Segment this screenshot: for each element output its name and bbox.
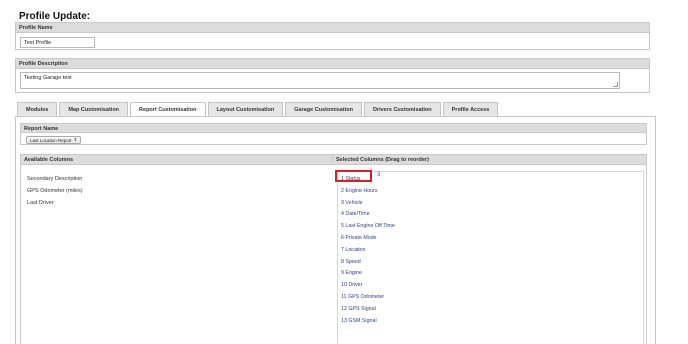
tab-drivers-customisation[interactable]: Drivers Customisation bbox=[363, 102, 441, 116]
tab-garage-customisation[interactable]: Garage Customisation bbox=[285, 102, 362, 116]
available-columns-header: Available Columns bbox=[21, 155, 333, 164]
report-name-value: Last Location Report bbox=[30, 137, 72, 143]
available-columns-list: Secondary Description GPS Odometer (mile… bbox=[27, 176, 83, 212]
profile-description-header: Profile Description bbox=[16, 59, 649, 69]
selected-column-item[interactable]: 11 GPS Odometer bbox=[341, 294, 395, 306]
annotation-number: 3 bbox=[377, 172, 381, 178]
selected-column-item[interactable]: 8 Speed bbox=[341, 259, 395, 271]
annotation-highlight-box bbox=[335, 170, 372, 182]
profile-description-text: Testing Garage test bbox=[24, 75, 72, 81]
profile-description-textarea[interactable]: Testing Garage test bbox=[20, 72, 620, 89]
tab-profile-access[interactable]: Profile Access bbox=[442, 102, 499, 116]
tab-report-customisation[interactable]: Report Customisation bbox=[130, 102, 206, 117]
selected-columns-header: Selected Columns (Drag to reorder) bbox=[336, 157, 429, 163]
selected-column-item[interactable]: 5 Last Engine Off Time bbox=[341, 223, 395, 235]
page-title: Profile Update: bbox=[19, 11, 91, 22]
selected-column-item[interactable]: 9 Engine bbox=[341, 270, 395, 282]
report-name-select[interactable]: Last Location Report ⇕ bbox=[26, 136, 82, 144]
selected-columns-list: 1 Status 2 Engine Hours 3 Vehicle 4 Date… bbox=[341, 176, 395, 329]
profile-description-section: Profile Description Testing Garage test bbox=[15, 58, 650, 93]
selected-column-item[interactable]: 13 GSM Signal bbox=[341, 318, 395, 330]
report-name-header: Report Name bbox=[21, 124, 646, 133]
tab-map-customisation[interactable]: Map Customisation bbox=[59, 102, 129, 116]
selected-columns-dropzone[interactable]: 1 Status 2 Engine Hours 3 Vehicle 4 Date… bbox=[337, 171, 644, 344]
customisation-tabs: Modules Map Customisation Report Customi… bbox=[17, 102, 499, 117]
profile-name-header: Profile Name bbox=[16, 23, 649, 33]
selected-column-item[interactable]: 10 Driver bbox=[341, 282, 395, 294]
resize-grip-icon[interactable] bbox=[613, 82, 618, 87]
available-column-item[interactable]: Secondary Description bbox=[27, 176, 83, 188]
profile-name-input[interactable]: Test Profile bbox=[20, 37, 95, 48]
selected-column-item[interactable]: 6 Private Mode bbox=[341, 235, 395, 247]
tab-layout-customisation[interactable]: Layout Customisation bbox=[207, 102, 284, 116]
report-customisation-panel: Report Name Last Location Report ⇕ Avail… bbox=[15, 116, 656, 344]
report-name-section: Report Name Last Location Report ⇕ bbox=[20, 123, 647, 145]
selected-column-item[interactable]: 12 GPS Signal bbox=[341, 306, 395, 318]
selected-column-item[interactable]: 4 Date/Time bbox=[341, 211, 395, 223]
available-column-item[interactable]: GPS Odometer (miles) bbox=[27, 188, 83, 200]
columns-section: Available Columns Selected Columns (Drag… bbox=[20, 154, 647, 344]
tab-modules[interactable]: Modules bbox=[17, 102, 58, 116]
select-arrows-icon: ⇕ bbox=[73, 137, 78, 142]
available-column-item[interactable]: Last Driver bbox=[27, 200, 83, 212]
profile-name-section: Profile Name Test Profile bbox=[15, 22, 650, 50]
selected-column-item[interactable]: 3 Vehicle bbox=[341, 200, 395, 212]
selected-column-item[interactable]: 2 Engine Hours bbox=[341, 188, 395, 200]
selected-column-item[interactable]: 7 Location bbox=[341, 247, 395, 259]
